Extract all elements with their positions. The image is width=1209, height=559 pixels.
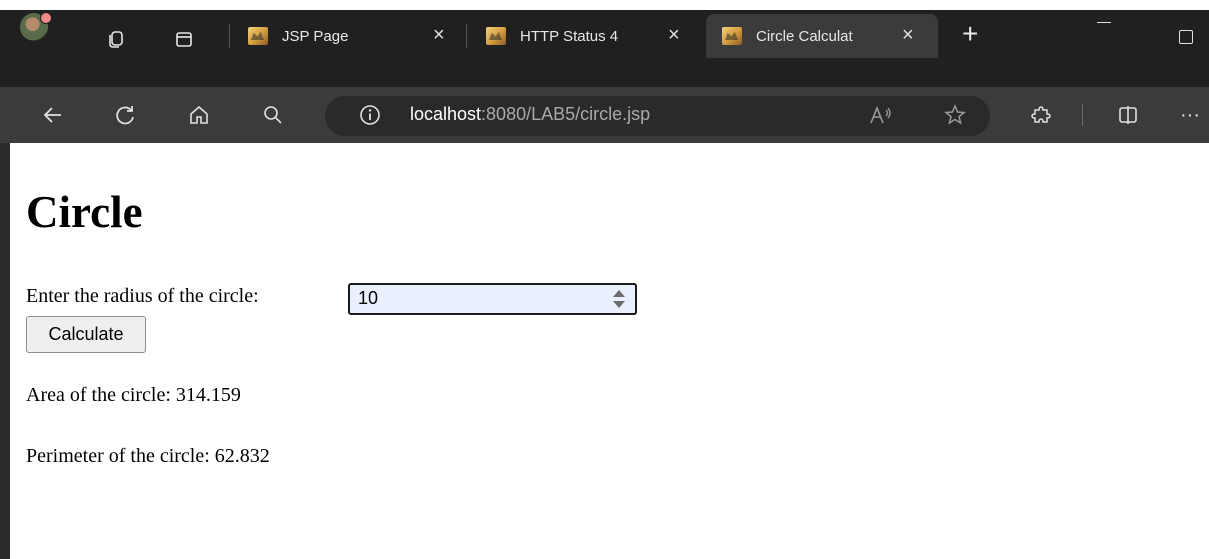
tab-jsp-page[interactable]: JSP Page × <box>248 14 458 58</box>
split-screen-glyph <box>1119 106 1137 124</box>
home-glyph <box>190 105 208 124</box>
minimize-window-button[interactable] <box>1097 22 1111 23</box>
favorite-star-icon[interactable] <box>940 100 970 130</box>
back-arrow-glyph <box>43 107 61 123</box>
number-spinner-icon[interactable] <box>613 288 625 310</box>
read-aloud-glyph <box>870 105 891 124</box>
radius-input[interactable]: 10 <box>348 283 637 315</box>
page-content <box>10 143 1209 559</box>
tab-title: JSP Page <box>282 27 349 45</box>
radius-label: Enter the radius of the circle: <box>26 285 259 307</box>
search-glyph <box>264 106 282 124</box>
page-title: Circle <box>26 187 143 237</box>
extensions-glyph <box>1031 106 1051 123</box>
workspaces-icon-glyph <box>109 31 123 48</box>
window-left-edge <box>0 143 10 559</box>
address-url[interactable]: localhost:8080/LAB5/circle.jsp <box>410 104 650 125</box>
toolbar-divider <box>1082 104 1083 126</box>
tomcat-favicon-icon <box>722 27 742 45</box>
tab-http-status[interactable]: HTTP Status 4 × <box>486 14 696 58</box>
window-top-edge <box>0 0 1209 10</box>
calculate-button[interactable]: Calculate <box>26 316 146 353</box>
site-info-icon[interactable] <box>355 100 385 130</box>
close-tab-icon[interactable]: × <box>433 24 445 47</box>
reload-glyph <box>116 106 134 125</box>
area-result: Area of the circle: 314.159 <box>26 384 241 406</box>
tab-title: Circle Calculat <box>756 27 853 45</box>
spin-down-arrow-icon[interactable] <box>613 301 625 308</box>
tab-divider <box>466 24 467 48</box>
extensions-icon[interactable] <box>1026 100 1056 130</box>
perimeter-result: Perimeter of the circle: 62.832 <box>26 445 270 467</box>
read-aloud-icon[interactable] <box>866 100 896 130</box>
home-icon[interactable] <box>184 100 214 130</box>
profile-notification-dot <box>40 12 52 24</box>
tab-actions-icon[interactable] <box>168 23 200 55</box>
back-arrow-icon[interactable] <box>38 100 68 130</box>
new-tab-button[interactable]: + <box>962 20 978 48</box>
url-host: localhost <box>410 104 482 124</box>
tab-circle-calculator[interactable]: Circle Calculat × <box>706 14 938 58</box>
maximize-window-button[interactable] <box>1179 30 1193 44</box>
radius-input-value: 10 <box>358 288 379 308</box>
tomcat-favicon-icon <box>486 27 506 45</box>
split-screen-icon[interactable] <box>1113 100 1143 130</box>
workspaces-icon[interactable] <box>100 23 132 55</box>
url-path: :8080/LAB5/circle.jsp <box>481 104 651 124</box>
reload-icon[interactable] <box>110 100 140 130</box>
favorite-star-glyph <box>944 104 966 125</box>
close-tab-icon[interactable]: × <box>668 24 680 47</box>
close-tab-icon[interactable]: × <box>902 24 914 47</box>
tab-divider <box>229 24 230 48</box>
tomcat-favicon-icon <box>248 27 268 45</box>
tab-title: HTTP Status 4 <box>520 27 619 45</box>
tab-actions-icon-glyph <box>176 32 192 47</box>
spin-up-arrow-icon[interactable] <box>613 290 625 297</box>
more-menu-icon[interactable]: ··· <box>1180 100 1209 130</box>
site-info-glyph <box>360 105 380 125</box>
search-icon[interactable] <box>258 100 288 130</box>
